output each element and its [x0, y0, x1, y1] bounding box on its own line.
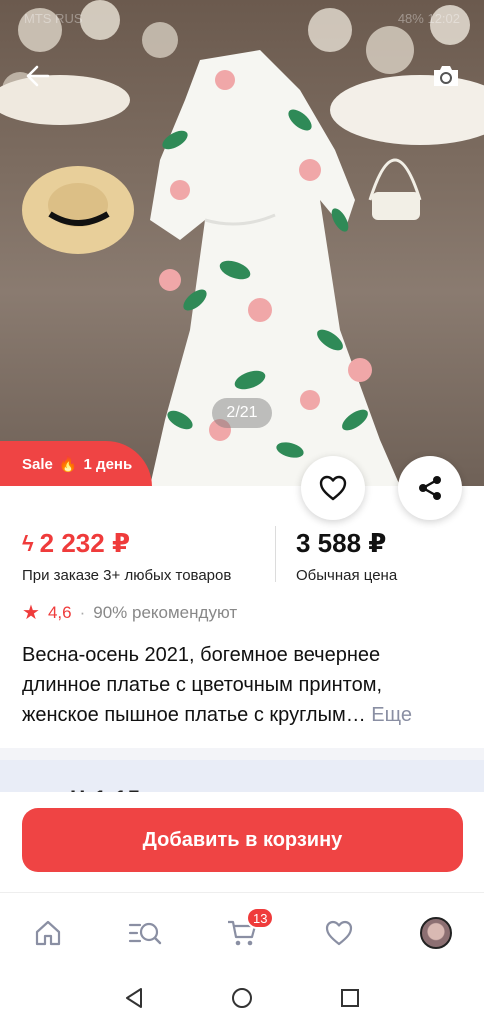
battery-time-text: 48% 12:02 [397, 10, 460, 26]
home-icon [35, 920, 61, 946]
carrier-text: MTS RUS [24, 10, 83, 26]
camera-search-button[interactable] [426, 56, 466, 96]
product-title: Весна-осень 2021, богемное вечернее длин… [22, 640, 462, 730]
star-icon: ★ [22, 602, 40, 624]
regular-price-value: 3 588 ₽ [296, 528, 387, 558]
camera-icon [434, 66, 458, 86]
cart-count-badge: 13 [246, 907, 275, 929]
system-navigation-bar [0, 972, 484, 1024]
separator-dot: · [79, 602, 86, 622]
sale-condition: При заказе 3+ любых товаров [22, 567, 232, 584]
square-recents-icon [341, 989, 359, 1007]
photo-counter: 2/21 [212, 398, 272, 428]
product-title-text: Весна-осень 2021, богемное вечернее длин… [22, 644, 383, 726]
triangle-back-icon [126, 988, 142, 1008]
sale-duration: 1 день [83, 455, 133, 473]
catalog-search-icon [128, 922, 162, 945]
system-recents-button[interactable] [330, 982, 370, 1014]
sale-price: ϟ 2 232 ₽ [22, 528, 231, 559]
nav-cart[interactable]: 13 [218, 907, 275, 955]
status-bar: MTS RUS 48% 12:02 [24, 8, 460, 28]
sale-label: Sale [22, 455, 53, 473]
section-divider [0, 748, 484, 760]
lightning-icon: ϟ [22, 530, 34, 556]
arrow-left-icon [26, 65, 50, 87]
cart-action-bar: Добавить в корзину [0, 792, 484, 892]
fire-icon: 🔥 [58, 456, 78, 473]
system-back-button[interactable] [114, 982, 154, 1014]
sale-badge: Sale 🔥 1 день [0, 441, 152, 486]
sale-price-group: ϟ 2 232 ₽ При заказе 3+ любых товаров [22, 528, 231, 584]
sale-price-value: 2 232 ₽ [39, 528, 131, 558]
product-image-gallery[interactable]: MTS RUS 48% 12:02 2/21 Sale 🔥 1 день [0, 0, 484, 486]
heart-icon [325, 920, 353, 946]
more-link[interactable]: Еще [371, 704, 412, 726]
regular-price-group: 3 588 ₽ Обычная цена [296, 528, 397, 584]
regular-price-label: Обычная цена [296, 567, 398, 584]
circle-home-icon [232, 988, 252, 1008]
nav-catalog[interactable] [121, 911, 169, 955]
nav-home[interactable] [24, 911, 72, 955]
next-section-peek[interactable]: Ц 1 15 [0, 760, 484, 796]
avatar [420, 917, 452, 949]
recommend-text: 90% рекомендуют [93, 602, 238, 622]
nav-wishlist[interactable] [315, 911, 363, 955]
add-to-cart-button[interactable]: Добавить в корзину [22, 808, 463, 872]
system-home-button[interactable] [222, 982, 262, 1014]
price-divider [275, 526, 276, 582]
rating-row[interactable]: ★ 4,6 · 90% рекомендуют [22, 600, 237, 625]
rating-value: 4,6 [47, 602, 72, 622]
price-section: ϟ 2 232 ₽ При заказе 3+ любых товаров 3 … [0, 486, 484, 594]
back-button[interactable] [18, 56, 58, 96]
bottom-navigation: 13 [0, 892, 484, 972]
nav-profile[interactable] [412, 911, 460, 955]
